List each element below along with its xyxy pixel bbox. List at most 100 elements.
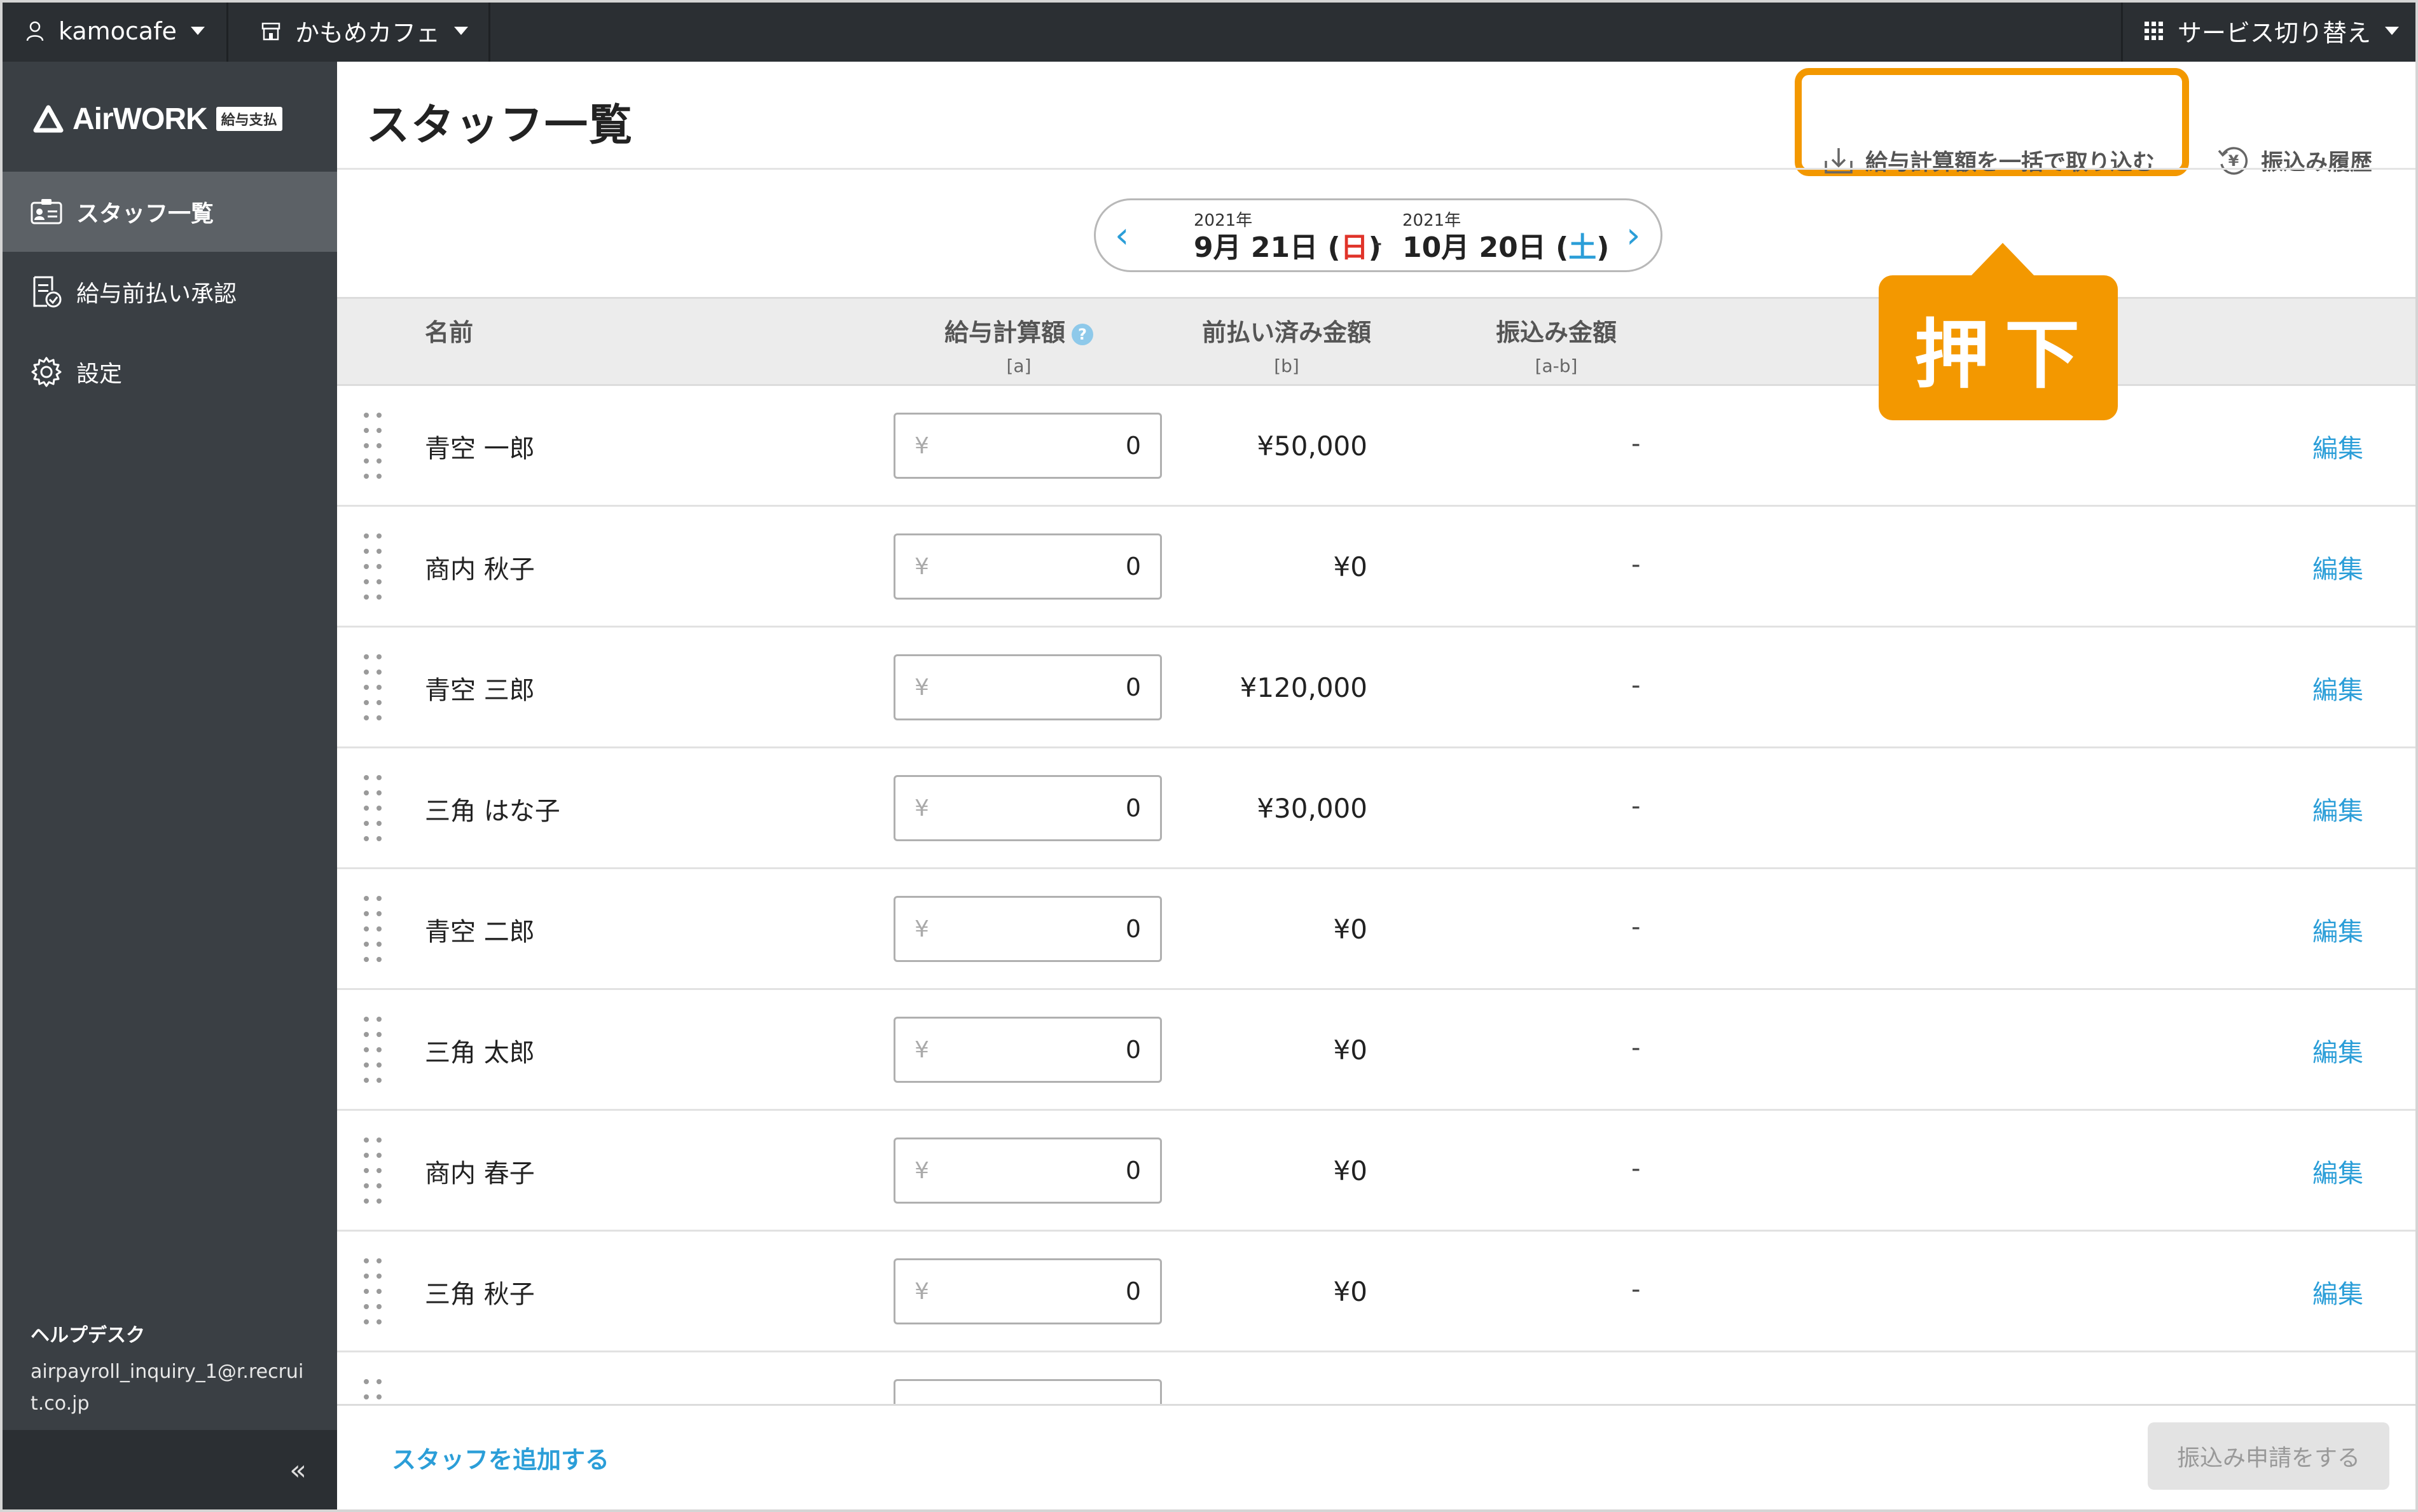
table-row: 三角 秋子 ¥0 ¥0 - 編集 xyxy=(337,1232,2418,1352)
table-row: 三角 はな子 ¥0 ¥30,000 - 編集 xyxy=(337,748,2418,869)
drag-handle-icon[interactable] xyxy=(364,1258,383,1324)
store-menu[interactable]: かもめカフェ xyxy=(261,0,469,62)
table-row: 商内 秋子 ¥0 ¥0 - 編集 xyxy=(337,507,2418,628)
submit-transfer-button[interactable]: 振込み申請をする xyxy=(2148,1422,2389,1490)
prepaid-amount: ¥120,000 xyxy=(1240,672,1367,703)
edit-link[interactable]: 編集 xyxy=(2312,790,2363,827)
press-callout: 押下 xyxy=(1879,275,2118,420)
start-year: 2021年 xyxy=(1194,211,1253,230)
prev-period-button[interactable]: ‹ xyxy=(1115,218,1129,254)
table-row: 三角 太郎 ¥0 ¥0 - 編集 xyxy=(337,990,2418,1111)
help-icon[interactable]: ? xyxy=(1072,323,1094,345)
column-name: 名前 xyxy=(425,319,474,347)
service-switch-label: サービス切り替え xyxy=(2178,19,2372,47)
staff-name: 三角 太郎 xyxy=(425,1038,535,1068)
pay-amount-input[interactable]: ¥0 xyxy=(894,533,1162,600)
account-name: kamocafe xyxy=(59,17,177,45)
drag-handle-icon[interactable] xyxy=(364,1379,383,1405)
prepaid-amount: ¥30,000 xyxy=(1257,793,1367,824)
main-content: スタッフ一覧 給与計算額を一括で取り込む ¥ 振込み履歴 ‹ 2021年 9月 … xyxy=(337,62,2418,1512)
start-day-of-week: 日 xyxy=(1340,231,1369,264)
pay-amount-input[interactable] xyxy=(894,1379,1162,1405)
drag-handle-icon[interactable] xyxy=(364,1137,383,1204)
column-pay-sub: [a] xyxy=(1006,355,1032,376)
drag-handle-icon[interactable] xyxy=(364,654,383,720)
drag-handle-icon[interactable] xyxy=(364,896,383,962)
edit-link[interactable]: 編集 xyxy=(2312,428,2363,465)
edit-link[interactable]: 編集 xyxy=(2312,670,2363,706)
add-staff-link[interactable]: スタッフを追加する xyxy=(392,1440,609,1475)
staff-card-icon xyxy=(31,199,62,224)
double-chevron-left-icon: « xyxy=(289,1454,307,1487)
drag-handle-icon[interactable] xyxy=(364,413,383,479)
end-day-of-week: 土 xyxy=(1568,231,1597,264)
chevron-down-icon xyxy=(2385,27,2400,35)
table-row: 青空 二郎 ¥0 ¥0 - 編集 xyxy=(337,869,2418,990)
callout-pointer xyxy=(1970,243,2036,277)
date-start: 2021年 9月 21日 (日) xyxy=(1194,211,1381,264)
divider xyxy=(2121,0,2123,62)
service-switch-menu[interactable]: サービス切り替え xyxy=(2145,0,2400,62)
prepaid-amount: ¥0 xyxy=(1333,1155,1367,1186)
transfer-amount: - xyxy=(1631,1275,1641,1304)
sidebar-item-label: スタッフ一覧 xyxy=(76,201,214,227)
table-row: 青空 三郎 ¥0 ¥120,000 - 編集 xyxy=(337,628,2418,748)
sidebar-item-prepay-approval[interactable]: 給与前払い承認 xyxy=(0,252,337,332)
sidebar-item-staff-list[interactable]: スタッフ一覧 xyxy=(0,172,337,252)
edit-link[interactable]: 編集 xyxy=(2312,1274,2363,1310)
chevron-down-icon xyxy=(454,27,469,35)
prepaid-amount: ¥0 xyxy=(1333,551,1367,582)
sidebar-item-settings[interactable]: 設定 xyxy=(0,332,337,412)
edit-link[interactable]: 編集 xyxy=(2312,911,2363,948)
transfer-amount: - xyxy=(1631,550,1641,579)
gear-icon xyxy=(31,357,62,387)
drag-handle-icon[interactable] xyxy=(364,1017,383,1083)
helpdesk-title: ヘルプデスク xyxy=(31,1324,145,1347)
next-period-button[interactable]: › xyxy=(1626,218,1640,254)
pay-amount-input[interactable]: ¥0 xyxy=(894,1017,1162,1083)
transfer-amount: - xyxy=(1631,912,1641,942)
date-end: 2021年 10月 20日 (土) xyxy=(1402,211,1610,264)
transfer-history-button[interactable]: ¥ 振込み履歴 xyxy=(2216,132,2372,189)
table-row-partial xyxy=(337,1352,2418,1405)
staff-name: 青空 三郎 xyxy=(425,676,535,705)
download-icon xyxy=(1825,148,1853,174)
staff-name: 青空 二郎 xyxy=(425,918,535,947)
transfer-amount: - xyxy=(1631,429,1641,458)
edit-link[interactable]: 編集 xyxy=(2312,549,2363,586)
pay-amount-input[interactable]: ¥0 xyxy=(894,775,1162,841)
pay-amount-input[interactable]: ¥0 xyxy=(894,654,1162,720)
account-menu[interactable]: kamocafe xyxy=(25,0,205,62)
logo-brand: AirWORK xyxy=(73,102,208,136)
bulk-import-button[interactable]: 給与計算額を一括で取り込む xyxy=(1823,132,2155,189)
edit-link[interactable]: 編集 xyxy=(2312,1153,2363,1190)
drag-handle-icon[interactable] xyxy=(364,775,383,841)
transfer-amount: - xyxy=(1631,1033,1641,1062)
transfer-amount: - xyxy=(1631,792,1641,821)
sidebar-item-label: 給与前払い承認 xyxy=(76,281,237,307)
column-transfer: 振込み金額 [a-b] xyxy=(1496,319,1617,376)
table-row: 商内 春子 ¥0 ¥0 - 編集 xyxy=(337,1111,2418,1232)
page-title: スタッフ一覧 xyxy=(366,100,634,151)
pay-amount-input[interactable]: ¥0 xyxy=(894,1137,1162,1204)
staff-table-body: 青空 一郎 ¥0 ¥50,000 - 編集 商内 秋子 ¥0 ¥0 - 編集 青… xyxy=(337,386,2418,1405)
header-divider xyxy=(337,168,2418,170)
yen-history-icon: ¥ xyxy=(2218,147,2248,175)
divider xyxy=(226,0,228,62)
app-logo[interactable]: AirWORK 給与支払 xyxy=(33,99,282,139)
pay-amount-input[interactable]: ¥0 xyxy=(894,413,1162,479)
pay-amount-input[interactable]: ¥0 xyxy=(894,896,1162,962)
grid-icon xyxy=(2145,21,2163,40)
helpdesk: ヘルプデスク airpayroll_inquiry_1@r.recruit.co… xyxy=(31,1319,310,1420)
document-check-icon xyxy=(33,276,62,308)
pay-amount-input[interactable]: ¥0 xyxy=(894,1258,1162,1324)
column-transfer-sub: [a-b] xyxy=(1535,355,1578,376)
helpdesk-email[interactable]: airpayroll_inquiry_1@r.recruit.co.jp xyxy=(31,1356,310,1420)
end-year: 2021年 xyxy=(1402,211,1461,230)
column-prepaid-sub: [b] xyxy=(1274,355,1299,376)
edit-link[interactable]: 編集 xyxy=(2312,1032,2363,1069)
sidebar-collapse[interactable]: « xyxy=(0,1430,337,1512)
staff-name: 商内 秋子 xyxy=(425,555,535,584)
start-date: 9月 21日 xyxy=(1194,231,1318,264)
drag-handle-icon[interactable] xyxy=(364,533,383,600)
